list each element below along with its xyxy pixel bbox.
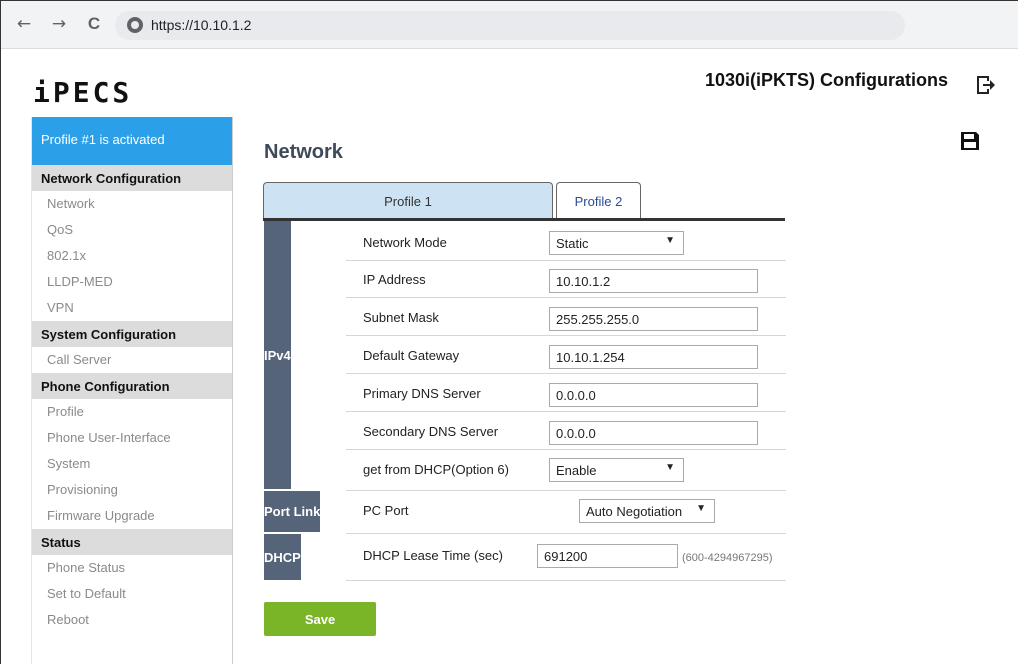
dropdown-arrow-icon: ▼ xyxy=(665,462,675,473)
url-text: https://10.10.1.2 xyxy=(151,17,252,33)
reload-icon[interactable]: C xyxy=(85,15,103,33)
secondary-dns-label: Secondary DNS Server xyxy=(363,424,499,439)
network-mode-select[interactable]: Static ▼ xyxy=(549,231,684,255)
page-title: 1030i(iPKTS) Configurations xyxy=(704,70,948,90)
browser-toolbar: ← → C https://10.10.1.2 xyxy=(1,1,1018,49)
row-divider xyxy=(346,449,786,450)
dropdown-arrow-icon: ▼ xyxy=(696,503,706,514)
sidebar-item-reboot[interactable]: Reboot xyxy=(32,607,232,633)
pc-port-value: Auto Negotiation xyxy=(586,504,683,519)
app-frame: ← → C https://10.10.1.2 iPECS 1030i(iPKT… xyxy=(0,0,1018,664)
section-system-configuration: System Configuration xyxy=(32,321,232,347)
default-gateway-input[interactable] xyxy=(549,345,758,369)
dhcp-lease-input[interactable] xyxy=(537,544,678,568)
sidebar-item-802-1x[interactable]: 802.1x xyxy=(32,243,232,269)
sidebar-item-profile[interactable]: Profile xyxy=(32,399,232,425)
dhcp-lease-range-hint: (600-4294967295) xyxy=(682,552,773,564)
address-bar[interactable]: https://10.10.1.2 xyxy=(115,11,905,40)
row-divider xyxy=(346,297,786,298)
sidebar-item-firmware-upgrade[interactable]: Firmware Upgrade xyxy=(32,503,232,529)
dhcp-option6-select[interactable]: Enable ▼ xyxy=(549,458,684,482)
primary-dns-input[interactable] xyxy=(549,383,758,407)
pc-port-label: PC Port xyxy=(363,503,409,518)
dhcp-option6-label: get from DHCP(Option 6) xyxy=(363,462,509,477)
sidebar-item-lldp-med[interactable]: LLDP-MED xyxy=(32,269,232,295)
site-info-icon[interactable] xyxy=(127,17,143,33)
secondary-dns-input[interactable] xyxy=(549,421,758,445)
dhcp-lease-label: DHCP Lease Time (sec) xyxy=(363,548,503,563)
default-gateway-label: Default Gateway xyxy=(363,348,460,363)
dhcp-option6-value: Enable xyxy=(556,463,597,478)
row-divider xyxy=(346,373,786,374)
logout-icon[interactable] xyxy=(974,74,996,96)
network-mode-label: Network Mode xyxy=(363,235,447,250)
section-title: Network xyxy=(264,141,343,163)
sidebar-item-qos[interactable]: QoS xyxy=(32,217,232,243)
ip-address-label: IP Address xyxy=(363,272,426,287)
primary-dns-label: Primary DNS Server xyxy=(363,386,481,401)
tab-profile-2[interactable]: Profile 2 xyxy=(556,182,641,218)
ip-address-input[interactable] xyxy=(549,269,758,293)
profile-status-banner: Profile #1 is activated xyxy=(32,117,232,165)
tab-divider xyxy=(263,218,785,221)
row-divider xyxy=(346,335,786,336)
sidebar-item-vpn[interactable]: VPN xyxy=(32,295,232,321)
group-label-dhcp: DHCP xyxy=(264,534,301,580)
save-button[interactable]: Save xyxy=(264,602,376,636)
row-divider xyxy=(346,533,786,534)
tab-profile-1[interactable]: Profile 1 xyxy=(263,182,553,218)
sidebar-item-provisioning[interactable]: Provisioning xyxy=(32,477,232,503)
section-phone-configuration: Phone Configuration xyxy=(32,373,232,399)
dropdown-arrow-icon: ▼ xyxy=(665,235,675,246)
sidebar-item-phone-status[interactable]: Phone Status xyxy=(32,555,232,581)
back-arrow-icon[interactable]: ← xyxy=(15,15,33,33)
row-divider xyxy=(346,411,786,412)
sidebar: Profile #1 is activated Network Configur… xyxy=(31,117,233,664)
ipecs-logo: iPECS xyxy=(33,76,133,109)
group-label-ipv4: IPv4 xyxy=(264,221,291,489)
group-label-port-link: Port Link xyxy=(264,491,321,532)
row-divider xyxy=(346,580,786,581)
sidebar-item-set-to-default[interactable]: Set to Default xyxy=(32,581,232,607)
row-divider xyxy=(346,260,786,261)
section-network-configuration: Network Configuration xyxy=(32,165,232,191)
subnet-mask-input[interactable] xyxy=(549,307,758,331)
floppy-disk-icon[interactable] xyxy=(959,130,981,152)
forward-arrow-icon[interactable]: → xyxy=(50,15,68,33)
section-status: Status xyxy=(32,529,232,555)
row-divider xyxy=(346,490,786,491)
network-mode-value: Static xyxy=(556,236,589,251)
pc-port-select[interactable]: Auto Negotiation ▼ xyxy=(579,499,715,523)
sidebar-item-phone-user-interface[interactable]: Phone User-Interface xyxy=(32,425,232,451)
subnet-mask-label: Subnet Mask xyxy=(363,310,439,325)
sidebar-item-call-server[interactable]: Call Server xyxy=(32,347,232,373)
sidebar-item-system[interactable]: System xyxy=(32,451,232,477)
sidebar-item-network[interactable]: Network xyxy=(32,191,232,217)
